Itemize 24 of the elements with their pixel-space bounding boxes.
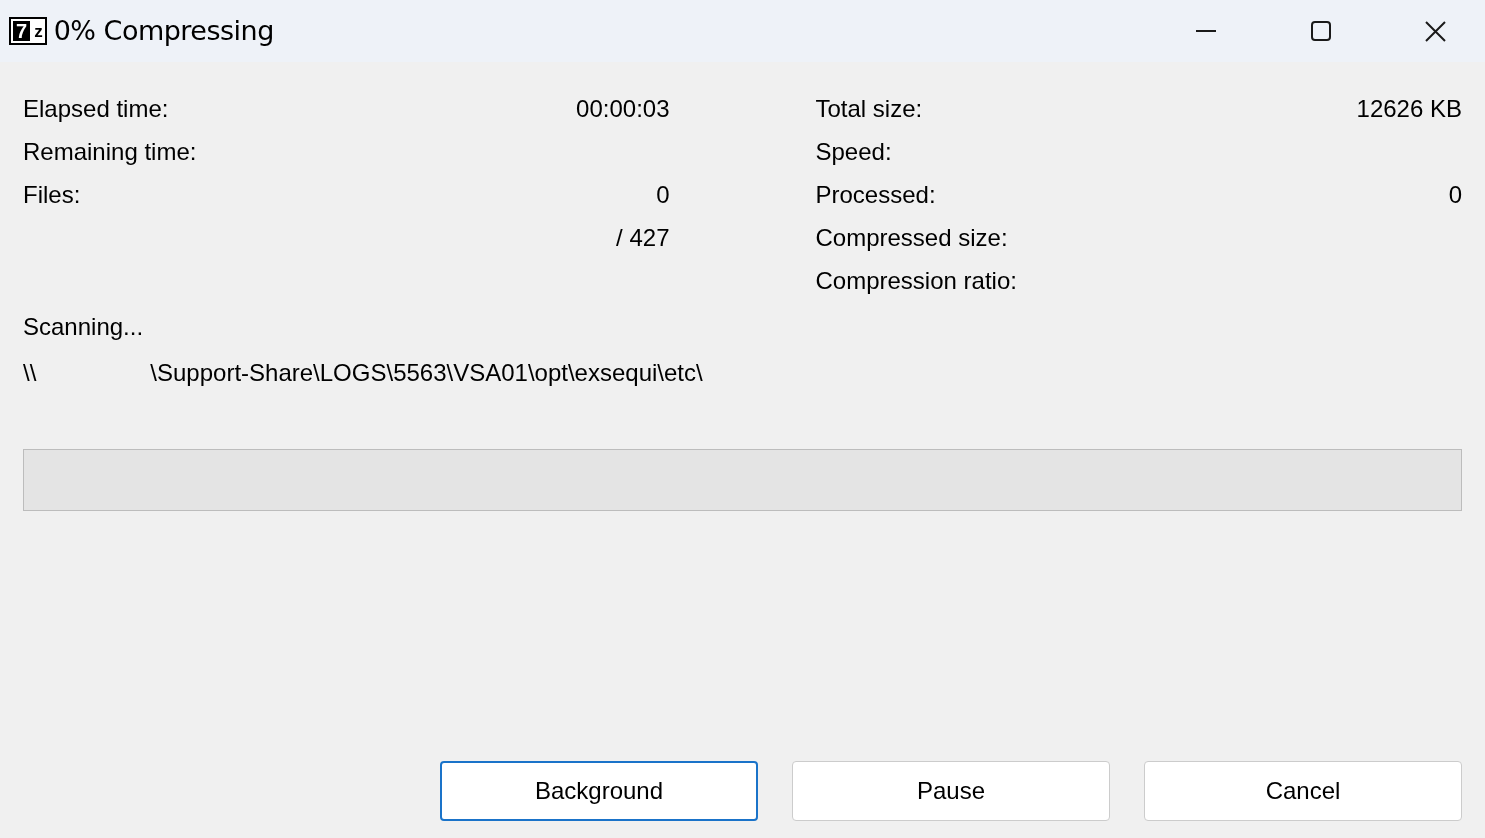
stat-value: 0 [1448, 179, 1462, 210]
close-icon [1425, 20, 1446, 42]
file-path-text: \\ [23, 358, 37, 388]
file-path-text: \Support-Share\LOGS\5563\VSA01\opt\exsequi\etc\ [150, 358, 703, 388]
stat-label: Compressed size: [815, 222, 1008, 253]
dialog-button[interactable]: Pause [792, 761, 1110, 821]
status-text: Scanning... [23, 311, 144, 342]
window-title: 0% Compressing [53, 13, 274, 48]
stat-value: 00:00:03 [576, 93, 670, 124]
stat-label: Processed: [815, 179, 936, 210]
app-logo: 7 z [9, 17, 47, 45]
stat-value: 0 [656, 179, 670, 210]
maximize-icon [1310, 21, 1331, 41]
stat-label: Elapsed time: [23, 93, 169, 124]
stat-value: 12626 KB [1356, 93, 1462, 124]
dialog-button[interactable]: Background [440, 761, 758, 821]
minimize-icon [1195, 30, 1216, 32]
stat-label: Compression ratio: [815, 265, 1017, 296]
stat-value: / 427 [616, 222, 670, 253]
dialog-button[interactable]: Cancel [1144, 761, 1462, 821]
stat-label: Remaining time: [23, 136, 197, 167]
stat-label: Total size: [815, 93, 923, 124]
stat-label: Speed: [815, 136, 892, 167]
stat-label: Files: [23, 179, 81, 210]
